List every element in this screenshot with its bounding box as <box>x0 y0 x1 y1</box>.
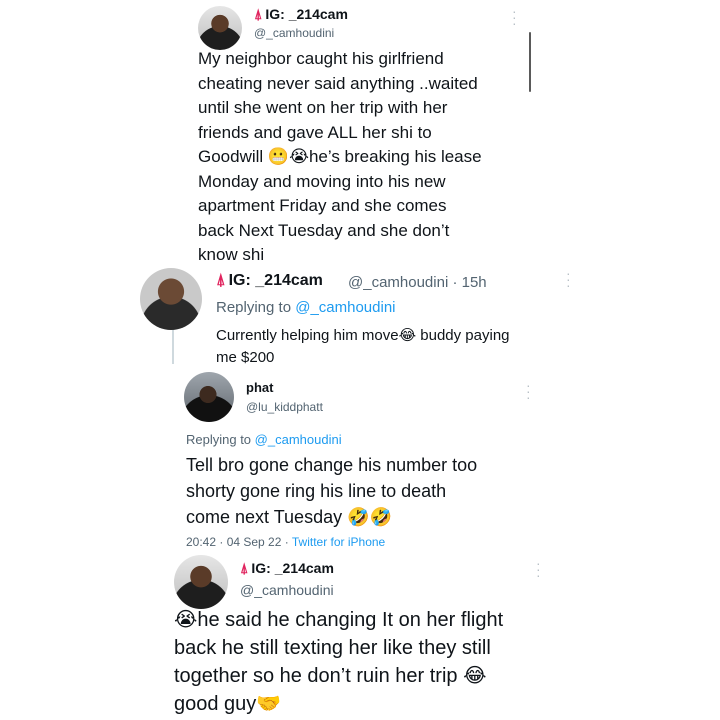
tweet-3-handle[interactable]: @lu_kiddphatt <box>246 400 323 414</box>
replying-to-link[interactable]: @_camhoudini <box>255 432 342 447</box>
tokyo-tower-icon: ⍋ <box>254 6 263 22</box>
avatar[interactable] <box>174 555 228 609</box>
more-options-icon[interactable]: · · · <box>512 4 517 30</box>
tweet-4-text: 😭he said he changing It on her flight ba… <box>174 609 504 715</box>
tweet-1-text: My neighbor caught his girlfriend cheati… <box>198 49 482 264</box>
tweet-4-handle[interactable]: @_camhoudini <box>240 582 334 598</box>
tweet-2-text: Currently helping him move😂 buddy paying… <box>216 327 510 366</box>
tokyo-tower-icon: ⍋ <box>240 560 249 576</box>
tokyo-tower-icon: ⍋ <box>216 272 226 289</box>
tweet-1-handle[interactable]: @_camhoudini <box>254 26 334 40</box>
tweet-2-name[interactable]: ⍋ IG: _214cam <box>216 272 323 290</box>
more-options-icon[interactable]: · · · <box>566 266 571 292</box>
source-link[interactable]: Twitter for iPhone <box>292 535 385 549</box>
replying-to-link[interactable]: @_camhoudini <box>295 299 395 316</box>
tweet-2-handle-time[interactable]: @_camhoudini · 15h <box>348 274 487 291</box>
tweet-3-timestamp: 20:42 · 04 Sep 22 · Twitter for iPhone <box>186 535 386 549</box>
avatar[interactable] <box>140 268 202 330</box>
more-options-icon[interactable]: · · · <box>536 556 541 582</box>
tweet-3-text: Tell bro gone change his number too shor… <box>186 455 478 527</box>
more-options-icon[interactable]: · · · <box>526 378 531 404</box>
tweet-4-name[interactable]: ⍋ IG: _214cam <box>240 560 334 577</box>
tweet-3-name[interactable]: phat <box>246 380 273 395</box>
tweet-1-name[interactable]: ⍋ IG: _214cam <box>254 6 348 23</box>
avatar[interactable] <box>184 372 234 422</box>
tweet-3-replying-to: Replying to @_camhoudini <box>186 432 342 447</box>
tweet-2-replying-to: Replying to @_camhoudini <box>216 299 396 316</box>
avatar[interactable] <box>198 6 242 50</box>
